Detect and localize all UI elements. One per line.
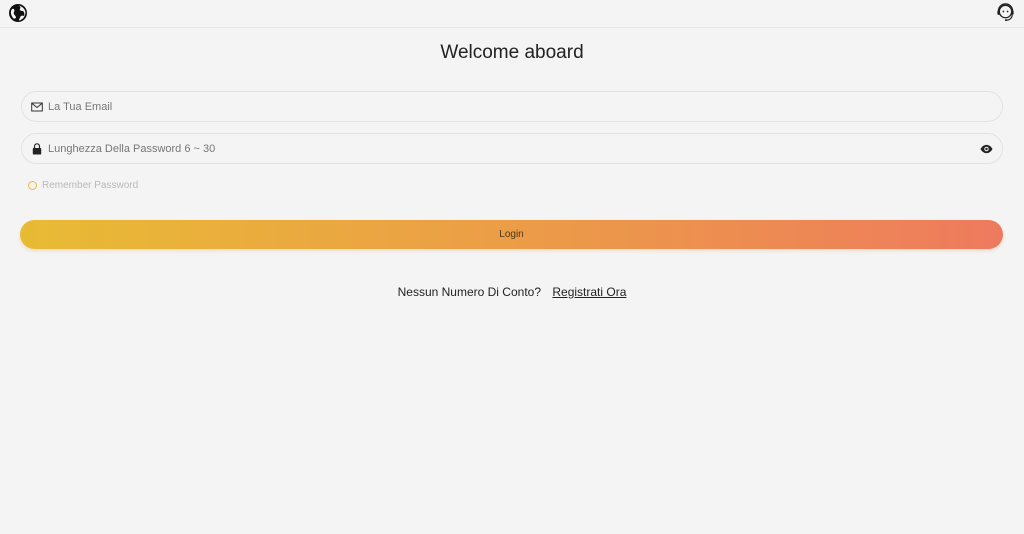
email-field[interactable] <box>21 91 1003 122</box>
globe-icon[interactable] <box>8 3 28 23</box>
no-account-text: Nessun Numero Di Conto? <box>397 285 542 299</box>
eye-icon[interactable] <box>980 143 993 155</box>
remember-password-toggle[interactable]: Remember Password <box>28 179 138 191</box>
remember-radio[interactable] <box>28 180 37 190</box>
password-field[interactable] <box>21 133 1003 164</box>
mail-icon <box>31 102 43 112</box>
login-button[interactable]: Login <box>20 220 1003 249</box>
page-title: Welcome aboard <box>440 42 584 63</box>
top-bar <box>0 0 1024 28</box>
email-input[interactable] <box>48 92 968 121</box>
signup-prompt: Nessun Numero Di Conto? Registrati Ora <box>0 285 1024 299</box>
lock-icon <box>32 143 42 155</box>
remember-password-label: Remember Password <box>42 179 139 191</box>
customer-support-icon[interactable] <box>995 2 1016 23</box>
register-link[interactable]: Registrati Ora <box>552 285 626 299</box>
password-input[interactable] <box>48 134 968 163</box>
